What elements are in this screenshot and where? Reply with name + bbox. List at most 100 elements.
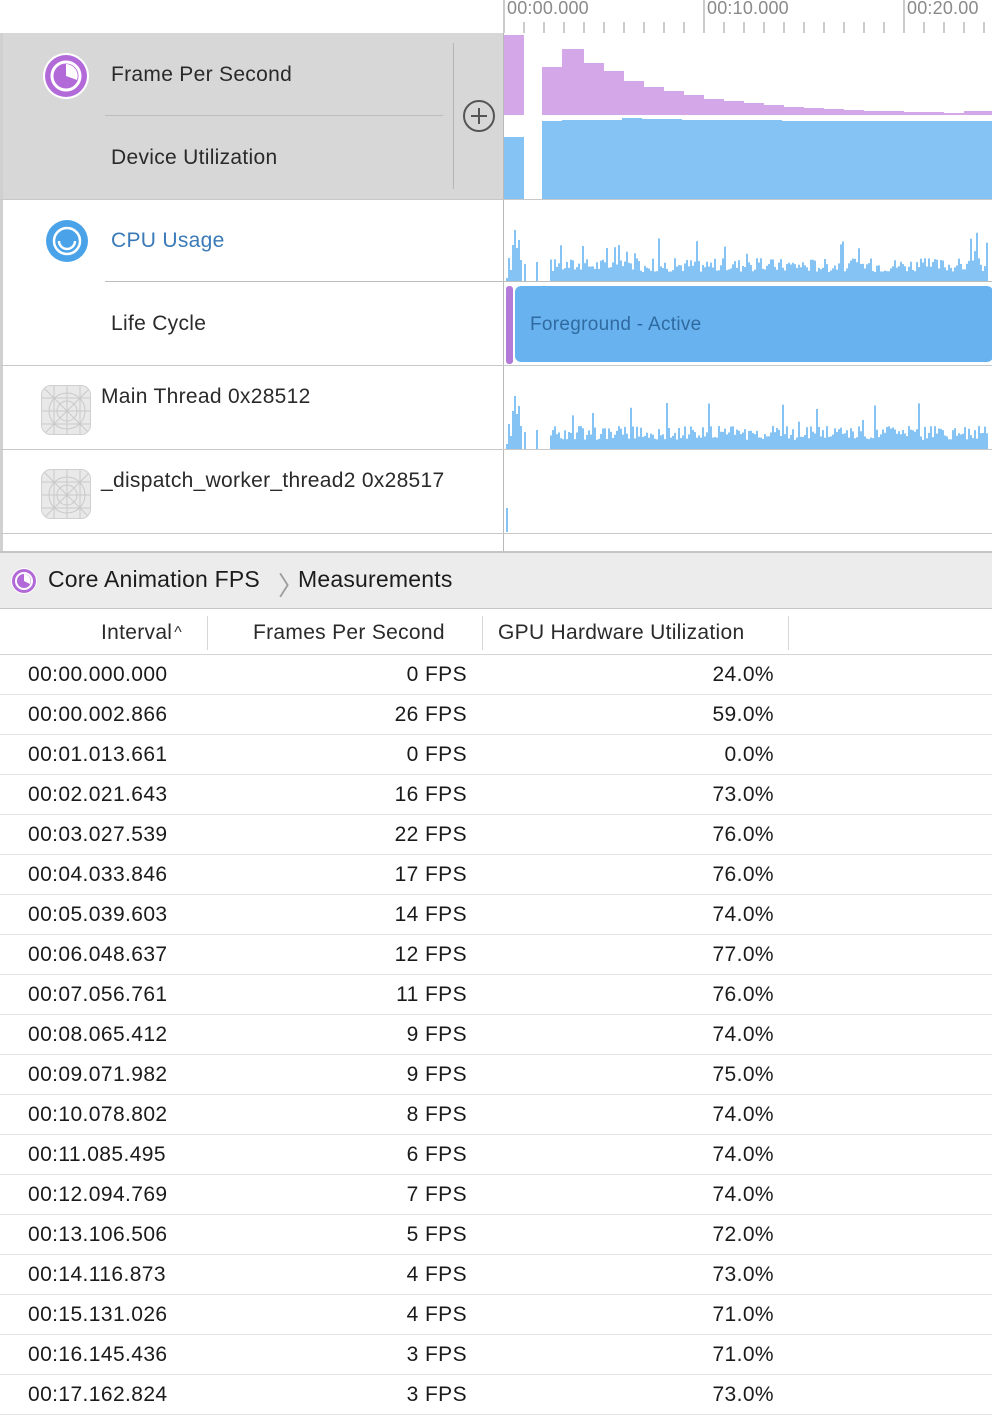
table-row[interactable]: 00:04.033.846 17 FPS 76.0% (0, 855, 992, 895)
cpu-sample (652, 434, 654, 449)
cpu-sample (524, 432, 526, 449)
table-row[interactable]: 00:00.000.000 0 FPS 24.0% (0, 655, 992, 695)
lifecycle-state-bar[interactable]: Foreground - Active (515, 286, 992, 362)
cpu-sample (768, 436, 770, 449)
cpu-sample (610, 267, 612, 282)
cpu-sample (964, 427, 966, 449)
cpu-sample (508, 258, 510, 282)
cpu-sample (942, 260, 944, 282)
cpu-sample (536, 430, 538, 449)
cpu-sample (560, 438, 562, 449)
cpu-sample (888, 426, 890, 449)
breadcrumb-view[interactable]: Measurements (298, 566, 453, 593)
table-row[interactable]: 00:09.071.982 9 FPS 75.0% (0, 1055, 992, 1095)
track-core-animation-fps[interactable]: Frame Per Second Device Utilization (0, 33, 992, 200)
table-row[interactable]: 00:14.116.873 4 FPS 73.0% (0, 1255, 992, 1295)
table-row[interactable]: 00:06.048.637 12 FPS 77.0% (0, 935, 992, 975)
track-header[interactable]: Main Thread 0x28512 (0, 366, 503, 449)
track-graph-empty (503, 534, 992, 551)
measurements-table[interactable]: 00:00.000.000 0 FPS 24.0% 00:00.002.866 26 F… (0, 655, 992, 1415)
cpu-sample (850, 260, 852, 282)
cpu-sample (984, 266, 986, 282)
table-row[interactable]: 00:01.013.661 0 FPS 0.0% (0, 735, 992, 775)
timeline-ruler[interactable]: 00:00.000 00:10.000 00:20.00 (0, 0, 992, 33)
cell-gpu: 74.0% (712, 1103, 774, 1126)
table-row[interactable]: 00:03.027.539 22 FPS 76.0% (0, 815, 992, 855)
breadcrumb-instrument[interactable]: Core Animation FPS (48, 566, 260, 593)
cpu-sample (722, 431, 724, 449)
cpu-sample (516, 248, 518, 282)
cpu-sample (950, 439, 952, 449)
track-activity-cpu[interactable]: CPU Usage Life Cycle Foreground - Active (0, 200, 992, 366)
table-row[interactable]: 00:16.145.436 3 FPS 71.0% (0, 1335, 992, 1375)
cpu-sample (784, 434, 786, 449)
fps-bar (884, 111, 904, 115)
cpu-sample (858, 248, 860, 282)
table-row[interactable]: 00:05.039.603 14 FPS 74.0% (0, 895, 992, 935)
fps-bar (964, 111, 992, 115)
table-row[interactable]: 00:07.056.761 11 FPS 76.0% (0, 975, 992, 1015)
cpu-sample (928, 258, 930, 282)
cpu-sample (704, 436, 706, 449)
cpu-sample (910, 261, 912, 282)
track-graph-dispatch-thread[interactable] (503, 450, 992, 533)
cpu-sample (724, 428, 726, 449)
cell-interval: 00:14.116.873 (28, 1263, 166, 1286)
cpu-sample (920, 436, 922, 449)
track-graph-cpu[interactable]: Foreground - Active (503, 200, 992, 365)
table-row[interactable]: 00:17.162.824 3 FPS 73.0% (0, 1375, 992, 1415)
track-graph-fps[interactable] (503, 33, 992, 199)
cpu-sample (664, 439, 666, 449)
table-row[interactable]: 00:15.131.026 4 FPS 71.0% (0, 1295, 992, 1335)
ruler-label-20: 00:20.00 (907, 0, 979, 18)
fps-bar (784, 107, 804, 115)
column-resizer[interactable] (482, 616, 483, 650)
cpu-sample (758, 437, 760, 449)
cell-interval: 00:04.033.846 (28, 863, 168, 886)
cpu-sample (762, 438, 764, 449)
table-header: Interval ^ Frames Per Second GPU Hardware… (0, 610, 992, 655)
cpu-sample (514, 396, 516, 449)
track-dispatch-worker-thread[interactable]: _dispatch_worker_thread2 0x28517 (0, 450, 992, 534)
cpu-sample (982, 432, 984, 449)
track-header[interactable]: CPU Usage Life Cycle (0, 200, 505, 365)
cpu-sample (724, 246, 726, 282)
track-empty (0, 534, 992, 551)
cpu-sample (940, 428, 942, 449)
table-row[interactable]: 00:02.021.643 16 FPS 73.0% (0, 775, 992, 815)
cpu-sample (830, 436, 832, 449)
cpu-sample (626, 433, 628, 449)
column-header-interval[interactable]: Interval ^ (101, 610, 182, 655)
cpu-sample (598, 438, 600, 449)
table-row[interactable]: 00:12.094.769 7 FPS 74.0% (0, 1175, 992, 1215)
utilization-bar (622, 118, 642, 199)
cpu-sample (922, 262, 924, 282)
track-header[interactable]: _dispatch_worker_thread2 0x28517 (0, 450, 503, 533)
table-row[interactable]: 00:13.106.506 5 FPS 72.0% (0, 1215, 992, 1255)
cpu-sample (692, 265, 694, 282)
track-graph-main-thread[interactable] (503, 366, 992, 449)
cpu-sample (902, 429, 904, 449)
track-header[interactable]: Frame Per Second Device Utilization (0, 33, 503, 199)
column-header-fps[interactable]: Frames Per Second (253, 610, 445, 655)
table-row[interactable]: 00:10.078.802 8 FPS 74.0% (0, 1095, 992, 1135)
track-label-life-cycle: Life Cycle (111, 312, 207, 335)
cpu-sample (620, 428, 622, 449)
cpu-sample (938, 428, 940, 449)
column-resizer[interactable] (788, 616, 789, 650)
cpu-sample (764, 434, 766, 449)
cpu-sample (768, 263, 770, 282)
column-resizer[interactable] (207, 616, 208, 650)
table-row[interactable]: 00:08.065.412 9 FPS 74.0% (0, 1015, 992, 1055)
cpu-sample (800, 267, 802, 282)
cpu-sample (686, 438, 688, 449)
lifecycle-launch-marker[interactable] (506, 286, 513, 364)
track-main-thread[interactable]: Main Thread 0x28512 (0, 366, 992, 450)
cpu-sample (636, 426, 638, 449)
plus-circle-icon[interactable] (463, 100, 495, 132)
table-row[interactable]: 00:11.085.495 6 FPS 74.0% (0, 1135, 992, 1175)
cpu-sample (550, 259, 552, 282)
table-row[interactable]: 00:00.002.866 26 FPS 59.0% (0, 695, 992, 735)
column-header-gpu[interactable]: GPU Hardware Utilization (498, 610, 744, 655)
cpu-sample (924, 258, 926, 282)
